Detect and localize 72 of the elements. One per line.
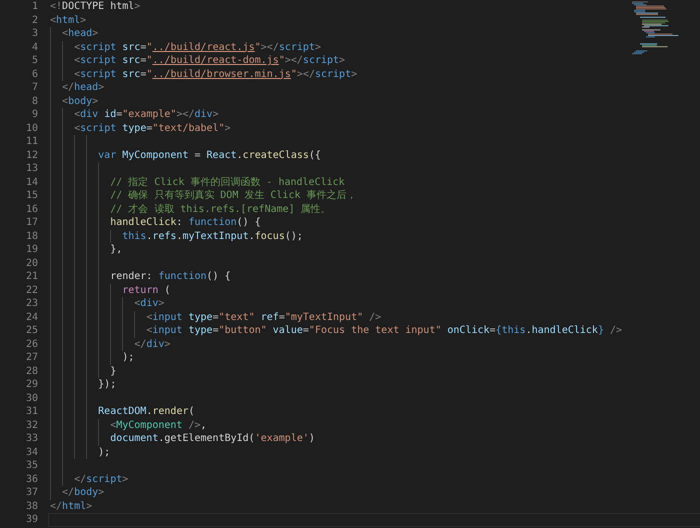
line-number: 23 — [24, 297, 38, 310]
line-number: 33 — [24, 432, 38, 446]
code-line: <body> — [62, 94, 98, 108]
line-number: 20 — [24, 256, 38, 270]
code-line: </head> — [62, 81, 104, 94]
line-number: 30 — [24, 392, 38, 405]
code-line: </div> — [134, 338, 170, 351]
code-line: var MyComponent = React.createClass({ — [98, 148, 321, 162]
line-number: 35 — [24, 459, 38, 472]
line-number: 3 — [30, 27, 38, 40]
code-line: ); — [98, 446, 110, 459]
code-line: // 指定 Click 事件的回调函数 - handleClick — [110, 176, 345, 189]
line-number: 12 — [24, 148, 38, 162]
line-number: 28 — [24, 364, 38, 378]
code-line: return ( — [122, 284, 170, 297]
code-line: <script src="../build/react-dom.js"></script> — [74, 54, 346, 68]
line-number: 1 — [30, 0, 38, 14]
line-number: 19 — [24, 243, 38, 256]
line-number: 10 — [24, 122, 38, 135]
line-number: 11 — [24, 135, 38, 148]
line-number: 32 — [24, 418, 38, 432]
line-number: 16 — [24, 202, 38, 216]
line-number: 38 — [24, 500, 38, 513]
line-number: 13 — [24, 162, 38, 176]
code-line: <input type="button" value="Focus the text input" onClick={this.handleClick} /> — [146, 324, 622, 338]
code-line: ); — [122, 351, 134, 364]
code-line: // 确保 只有等到真实 DOM 发生 Click 事件之后， — [110, 189, 357, 202]
code-line: this.refs.myTextInput.focus(); — [122, 230, 303, 243]
line-number: 39 — [24, 513, 38, 526]
line-number: 5 — [30, 54, 38, 68]
line-number: 36 — [24, 472, 38, 486]
line-number: 4 — [30, 40, 38, 54]
code-line: <div id="example"></div> — [74, 108, 219, 122]
code-line: </script> — [74, 472, 128, 486]
code-line: ReactDOM.render( — [98, 405, 195, 418]
line-number: 21 — [24, 270, 38, 284]
line-number: 31 — [24, 405, 38, 418]
code-line: render: function() { — [110, 270, 231, 284]
line-number: 17 — [24, 216, 38, 230]
line-number: 18 — [24, 230, 38, 243]
line-number: 22 — [24, 284, 38, 297]
code-line: }); — [98, 378, 116, 392]
line-number: 2 — [30, 14, 38, 27]
code-line: <script src="../build/browser.min.js"></script> — [74, 68, 358, 81]
code-line: <script src="../build/react.js"></script> — [74, 40, 321, 54]
line-number: 8 — [30, 94, 38, 108]
line-number: 37 — [24, 486, 38, 500]
code-line: } — [110, 364, 116, 378]
code-line: <script type="text/babel"> — [74, 122, 231, 135]
code-line: <input type="text" ref="myTextInput" /> — [146, 310, 382, 324]
line-number: 15 — [24, 189, 38, 202]
line-number: 9 — [30, 108, 38, 122]
line-number: 14 — [24, 176, 38, 189]
code-line: document.getElementById('example') — [110, 432, 315, 446]
line-number: 24 — [24, 310, 38, 324]
line-number: 6 — [30, 68, 38, 81]
code-line: </body> — [62, 486, 104, 500]
code-line: }, — [110, 243, 122, 256]
code-line: handleClick: function() { — [110, 216, 261, 230]
line-number: 34 — [24, 446, 38, 459]
code-line: // 才会 读取 this.refs.[refName] 属性。 — [110, 202, 331, 216]
code-line: <!DOCTYPE html> — [50, 0, 140, 14]
code-line: <html> — [50, 14, 86, 27]
code-line: <MyComponent />, — [110, 418, 207, 432]
line-number: 7 — [30, 81, 38, 94]
code-line: <head> — [62, 27, 98, 40]
line-number: 27 — [24, 351, 38, 364]
line-number: 29 — [24, 378, 38, 392]
code-line: </html> — [50, 500, 92, 513]
line-number: 26 — [24, 338, 38, 351]
code-line: <div> — [134, 297, 164, 310]
line-number: 25 — [24, 324, 38, 338]
